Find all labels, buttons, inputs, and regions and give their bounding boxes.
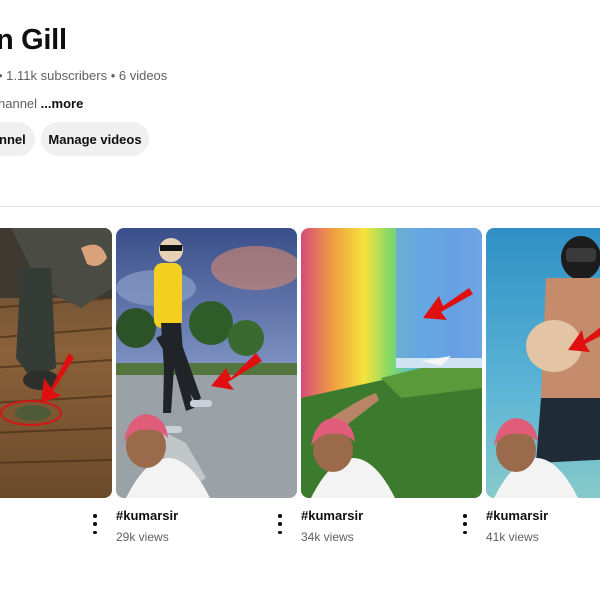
thumbnail-image — [0, 228, 112, 498]
thumbnail-image — [116, 228, 297, 498]
vertical-dots-icon[interactable] — [89, 514, 101, 534]
channel-name: n Gill — [0, 24, 67, 56]
video-views: 29k views — [116, 530, 169, 544]
thumbnail-image — [301, 228, 482, 498]
manage-videos-button[interactable]: Manage videos — [41, 122, 149, 156]
video-card[interactable]: #kumarsir 29k views — [116, 228, 297, 544]
video-card[interactable]: #kumarsir 34k views — [301, 228, 482, 544]
manage-videos-label: Manage videos — [48, 131, 142, 147]
video-views: 34k views — [301, 530, 354, 544]
channel-meta: • 1.11k subscribers • 6 videos — [0, 68, 168, 83]
channel-description-text: hannel — [0, 96, 38, 111]
video-title[interactable]: #kumarsir — [486, 508, 548, 523]
thumbnail-image — [486, 228, 600, 498]
video-title[interactable]: #kumarsir — [301, 508, 363, 523]
vertical-dots-icon[interactable] — [459, 514, 471, 534]
channel-description[interactable]: hannel ...more — [0, 96, 83, 111]
video-thumbnail[interactable] — [0, 228, 112, 498]
section-divider — [0, 206, 600, 207]
video-card[interactable] — [0, 228, 112, 498]
customize-channel-label: nnel — [0, 131, 26, 147]
vertical-dots-icon[interactable] — [274, 514, 286, 534]
video-thumbnail[interactable] — [116, 228, 297, 498]
customize-channel-button[interactable]: nnel — [0, 122, 35, 156]
channel-page: n Gill • 1.11k subscribers • 6 videos ha… — [0, 0, 600, 600]
video-card[interactable]: #kumarsir 41k views — [486, 228, 600, 544]
video-views: 41k views — [486, 530, 539, 544]
video-title[interactable]: #kumarsir — [116, 508, 178, 523]
video-thumbnail[interactable] — [301, 228, 482, 498]
more-link[interactable]: ...more — [41, 96, 84, 111]
video-thumbnail[interactable] — [486, 228, 600, 498]
